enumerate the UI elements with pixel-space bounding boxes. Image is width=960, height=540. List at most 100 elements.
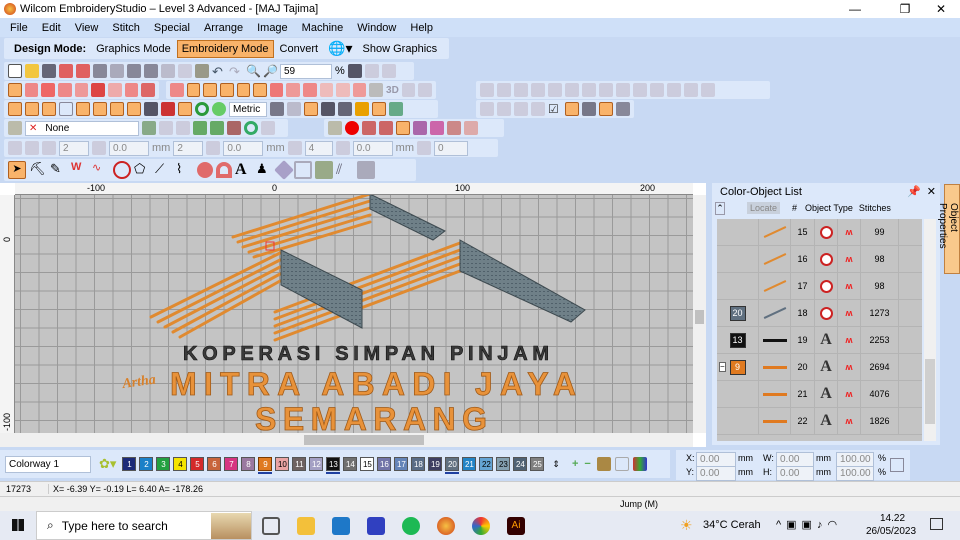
properties-icon[interactable] (338, 102, 352, 116)
object-row[interactable]: 13 19 A ʍ 2253 (717, 327, 922, 354)
circle-tool-icon[interactable] (197, 162, 213, 178)
prop-2-icon[interactable] (25, 141, 39, 155)
send-icon[interactable] (144, 64, 158, 78)
sequence-tool-icon[interactable] (315, 161, 333, 179)
effect-8-icon[interactable] (286, 83, 301, 97)
weather-text[interactable]: 34°C Cerah (703, 519, 761, 531)
color-swatch-23[interactable]: 23 (496, 457, 511, 471)
menu-arrange[interactable]: Arrange (204, 22, 243, 34)
knife-icon[interactable]: ✎ (50, 161, 68, 179)
effect-11-icon[interactable] (336, 83, 350, 97)
zoom-out-icon[interactable] (381, 64, 396, 78)
show-graphics-button[interactable]: Show Graphics (359, 41, 442, 57)
hide-color-icon[interactable] (614, 457, 629, 471)
satin-icon[interactable] (24, 83, 39, 97)
color-swatch-15[interactable]: 15 (360, 457, 375, 471)
redo-icon[interactable]: ↷ (229, 64, 243, 79)
blend-1-icon[interactable] (142, 121, 156, 135)
motif-fill-icon[interactable] (74, 83, 89, 97)
list-scrollbar[interactable] (924, 219, 936, 441)
effect-1-icon[interactable] (170, 83, 184, 97)
color-swatch-1[interactable]: 1 (122, 457, 137, 471)
color-chip[interactable]: 9 (729, 359, 746, 375)
effect-10-icon[interactable] (319, 83, 334, 97)
dots-icon[interactable] (287, 102, 301, 116)
units-select[interactable]: Metric (229, 101, 267, 117)
embroidery-mode-button[interactable]: Embroidery Mode (176, 39, 274, 58)
file-explorer-icon[interactable] (297, 516, 315, 535)
color-swatch-5[interactable]: 5 (190, 457, 205, 471)
template-icon[interactable] (127, 64, 141, 78)
color-chip[interactable]: 20 (729, 305, 746, 321)
start-icon[interactable] (12, 519, 24, 531)
people-icon[interactable] (389, 102, 403, 116)
effect-7-icon[interactable] (269, 83, 284, 97)
color-swatch-12[interactable]: 12 (309, 457, 324, 471)
column-icon[interactable]: ⬠ (134, 161, 152, 179)
prop-6-icon[interactable] (287, 141, 302, 155)
seq-2-icon[interactable] (362, 121, 376, 135)
complex-fill-icon[interactable] (113, 161, 131, 179)
panel-close-icon[interactable]: ✕ (927, 185, 936, 198)
lettering-icon[interactable]: A (235, 161, 253, 179)
wave-icon[interactable] (107, 83, 122, 97)
checkbox-icon[interactable]: ☑ (548, 102, 562, 116)
close-button[interactable]: ✕ (926, 0, 956, 18)
hoop-icon[interactable] (127, 102, 141, 116)
horizontal-scrollbar[interactable] (0, 433, 693, 447)
color-swatch-14[interactable]: 14 (343, 457, 358, 471)
arrange-10-icon[interactable] (633, 83, 647, 97)
color-swatch-2[interactable]: 2 (139, 457, 154, 471)
zoom-icon[interactable]: 🔍 (246, 64, 261, 78)
arrange-8-icon[interactable] (599, 83, 613, 97)
arrange-11-icon[interactable] (650, 83, 664, 97)
mail-icon[interactable] (332, 516, 350, 535)
arrange-1-icon[interactable] (480, 83, 494, 97)
input-a-icon[interactable] (8, 102, 22, 116)
color-swatch-7[interactable]: 7 (224, 457, 239, 471)
app-icon[interactable] (367, 516, 385, 535)
menu-window[interactable]: Window (357, 22, 396, 34)
effect-5-icon[interactable] (236, 83, 251, 97)
spin-5[interactable]: 4 (304, 140, 333, 156)
select-arrow-icon[interactable]: ➤ (8, 161, 26, 179)
prop-7-icon[interactable] (335, 141, 350, 155)
x-input[interactable]: 0.00 (696, 452, 736, 467)
color-swatch-9[interactable]: 9 (258, 457, 273, 474)
needle-icon[interactable] (93, 102, 107, 116)
effect-14-icon[interactable] (401, 83, 416, 97)
effect-12-icon[interactable] (352, 83, 367, 97)
circle-icon[interactable] (195, 102, 209, 116)
zoom-box-icon[interactable]: 🔎 (263, 64, 278, 78)
blend-6-icon[interactable] (227, 121, 241, 135)
color-bars-icon[interactable] (632, 457, 647, 471)
monogram-icon[interactable]: ♟ (256, 161, 274, 179)
color-icon[interactable] (161, 102, 175, 116)
view-5-icon[interactable] (565, 102, 579, 116)
scale-y-input[interactable]: 100.00 (836, 466, 874, 481)
tatami-icon[interactable] (8, 83, 22, 97)
horizontal-scroll-thumb[interactable] (304, 435, 424, 445)
overview-icon[interactable] (347, 64, 362, 78)
new-icon[interactable] (8, 64, 22, 78)
outline-icon[interactable] (59, 102, 73, 116)
object-row[interactable]: 21 A ʍ 4076 (717, 381, 922, 408)
arrange-3-icon[interactable] (514, 83, 528, 97)
print-preview-icon[interactable] (110, 64, 124, 78)
effect-9-icon[interactable] (303, 83, 317, 97)
color-swatch-19[interactable]: 19 (428, 457, 443, 471)
color-swatch-11[interactable]: 11 (292, 457, 307, 471)
embroidery-canvas[interactable]: KOPERASI SIMPAN PINJAM Artha MITRA ABADI… (15, 192, 693, 437)
tray-icons[interactable]: ^▣▣♪◠ (776, 518, 842, 531)
polyline-icon[interactable]: ⌇ (176, 161, 194, 179)
stipple-icon[interactable] (141, 83, 155, 97)
color-swatch-24[interactable]: 24 (513, 457, 528, 471)
menu-help[interactable]: Help (410, 22, 433, 34)
proportional-lock-icon[interactable] (890, 458, 904, 472)
arrange-5-icon[interactable] (548, 83, 562, 97)
picture-icon[interactable] (144, 102, 158, 116)
prop-4-icon[interactable] (92, 141, 106, 155)
prop-5-icon[interactable] (206, 141, 221, 155)
arrange-12-icon[interactable] (667, 83, 681, 97)
taskbar-search[interactable]: ⌕ Type here to search (36, 511, 252, 540)
